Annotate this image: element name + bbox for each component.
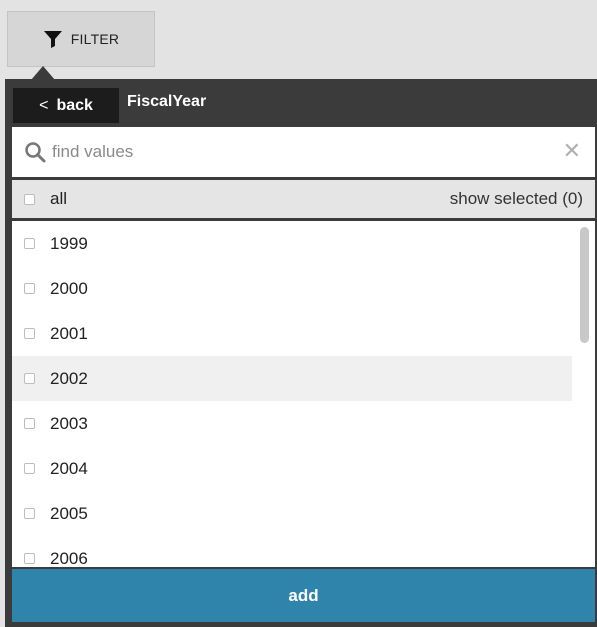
funnel-icon (43, 29, 63, 49)
filter-button[interactable]: FILTER (7, 11, 155, 67)
back-label: back (56, 96, 93, 114)
item-checkbox[interactable] (24, 418, 35, 429)
all-label: all (50, 189, 68, 208)
select-all-row: all show selected (0) (12, 180, 595, 218)
list-item[interactable]: 2003 (12, 401, 572, 446)
list-item[interactable]: 2002 (12, 356, 572, 401)
item-label: 2006 (50, 548, 88, 568)
add-button[interactable]: add (12, 569, 595, 622)
popover-pointer (31, 66, 55, 80)
filter-label: FILTER (70, 31, 120, 47)
item-checkbox[interactable] (24, 373, 35, 384)
panel-header: < back FiscalYear (5, 79, 597, 125)
clear-icon[interactable]: ✕ (563, 140, 581, 162)
item-checkbox[interactable] (24, 283, 35, 294)
search-icon (24, 141, 46, 163)
item-checkbox[interactable] (24, 508, 35, 519)
list-item[interactable]: 2001 (12, 311, 572, 356)
all-checkbox[interactable] (24, 193, 35, 205)
item-checkbox[interactable] (24, 463, 35, 474)
item-label: 2005 (50, 503, 88, 523)
item-label: 1999 (50, 233, 88, 253)
list-item[interactable]: 1999 (12, 221, 572, 266)
item-checkbox[interactable] (24, 553, 35, 564)
item-label: 2002 (50, 368, 88, 388)
item-label: 2004 (50, 458, 88, 478)
item-checkbox[interactable] (24, 238, 35, 249)
search-bar: ✕ (12, 127, 595, 177)
scrollbar[interactable] (580, 227, 589, 343)
item-label: 2001 (50, 323, 88, 343)
list-item[interactable]: 2005 (12, 491, 572, 536)
back-button[interactable]: < back (13, 88, 119, 123)
search-input[interactable] (50, 141, 544, 163)
chevron-left-icon: < (39, 96, 49, 114)
list-item[interactable]: 2000 (12, 266, 572, 311)
field-title: FiscalYear (127, 93, 207, 110)
values-list: 1999 2000 2001 2002 2003 2004 2005 2006 (12, 221, 595, 567)
item-label: 2000 (50, 278, 88, 298)
show-selected-link[interactable]: show selected (0) (450, 189, 583, 209)
filter-panel: < back FiscalYear ✕ all show selected (0… (5, 79, 597, 627)
list-item[interactable]: 2006 (12, 536, 572, 567)
list-item[interactable]: 2004 (12, 446, 572, 491)
item-checkbox[interactable] (24, 328, 35, 339)
item-label: 2003 (50, 413, 88, 433)
